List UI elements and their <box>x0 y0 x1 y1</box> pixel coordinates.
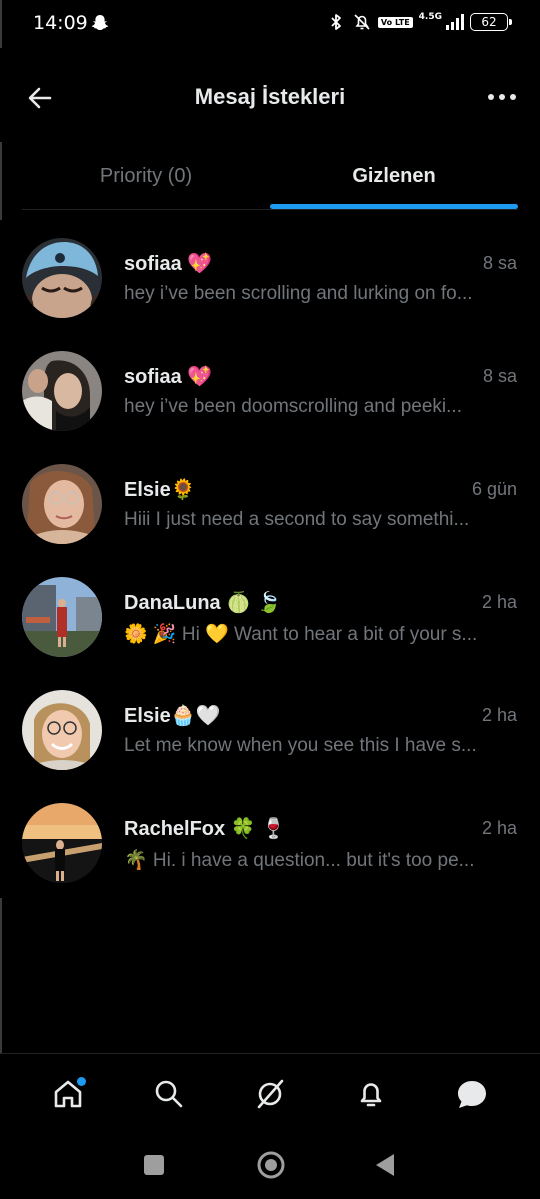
tab-priority[interactable]: Priority (0) <box>22 144 270 209</box>
avatar[interactable] <box>22 803 102 883</box>
home-circle-icon[interactable] <box>255 1149 287 1181</box>
tab-hidden-label: Gizlenen <box>352 165 436 187</box>
message-row[interactable]: Elsie🧁🤍 2 ha Let me know when you see th… <box>0 676 540 789</box>
message-preview: 🌴 Hi. i have a question... but it's too … <box>124 850 475 871</box>
bell-icon <box>360 1082 382 1106</box>
message-time: 2 ha <box>481 592 517 612</box>
tab-bar: Priority (0) Gizlenen <box>22 144 518 210</box>
message-row[interactable]: RachelFox 🍀 🍷 2 ha 🌴 Hi. i have a questi… <box>0 789 540 902</box>
message-row[interactable]: DanaLuna 🍈 🍃 2 ha 🌼 🎉 Hi 💛 Want to hear … <box>0 563 540 676</box>
system-navigation <box>0 1133 540 1199</box>
screen-edge <box>0 142 2 220</box>
message-time: 6 gün <box>471 479 517 499</box>
nav-home[interactable] <box>48 1074 88 1114</box>
messages-icon <box>457 1080 486 1108</box>
message-preview: 🌼 🎉 Hi 💛 Want to hear a bit of your s... <box>124 624 478 645</box>
grok-icon <box>257 1079 284 1108</box>
mute-bell-icon <box>354 14 370 30</box>
more-options-icon[interactable] <box>486 84 518 110</box>
sender-name: DanaLuna 🍈 🍃 <box>124 592 282 614</box>
status-bar: 14:09 Vo LTE 4.5G 62 <box>0 0 540 48</box>
message-preview: hey i’ve been scrolling and lurking on f… <box>124 283 473 304</box>
message-row[interactable]: Elsie🌻 6 gün Hiii I just need a second t… <box>0 450 540 563</box>
status-icons: Vo LTE 4.5G 62 <box>326 12 512 32</box>
message-preview: Let me know when you see this I have s..… <box>124 735 477 756</box>
message-preview: Hiii I just need a second to say somethi… <box>124 509 470 530</box>
status-time: 14:09 <box>33 12 88 34</box>
header: Mesaj İstekleri <box>0 60 540 134</box>
screen-edge <box>0 0 2 48</box>
search-icon <box>155 1080 183 1107</box>
sender-name: RachelFox 🍀 🍷 <box>124 818 287 840</box>
signal-icon <box>446 14 464 30</box>
message-row[interactable]: sofiaa 💖 8 sa hey i’ve been scrolling an… <box>0 224 540 337</box>
bottom-navigation <box>0 1053 540 1133</box>
avatar[interactable] <box>22 577 102 657</box>
page-title: Mesaj İstekleri <box>194 84 346 109</box>
nav-messages[interactable] <box>452 1074 492 1114</box>
avatar[interactable] <box>22 464 102 544</box>
avatar[interactable] <box>22 238 102 318</box>
nav-grok[interactable] <box>250 1074 290 1114</box>
sender-name: sofiaa 💖 <box>124 253 213 275</box>
message-time: 2 ha <box>481 818 517 838</box>
network-type: 4.5G <box>418 12 442 22</box>
nav-search[interactable] <box>149 1074 189 1114</box>
active-tab-indicator <box>270 204 518 209</box>
avatar[interactable] <box>22 351 102 431</box>
sender-name: sofiaa 💖 <box>124 366 213 388</box>
snapchat-icon <box>91 15 109 30</box>
message-row[interactable]: sofiaa 💖 8 sa hey i’ve been doomscrollin… <box>0 337 540 450</box>
nav-notifications[interactable] <box>351 1074 391 1114</box>
message-time: 8 sa <box>482 366 517 386</box>
message-time: 2 ha <box>481 705 517 725</box>
sender-name: Elsie🌻 <box>124 479 196 501</box>
back-triangle-icon[interactable] <box>372 1151 398 1179</box>
volte-badge: Vo LTE <box>377 16 413 28</box>
bluetooth-icon <box>331 14 341 30</box>
message-time: 8 sa <box>482 253 517 273</box>
notification-dot <box>77 1076 87 1086</box>
screen-edge <box>0 898 2 1054</box>
battery-indicator: 62 <box>470 13 512 31</box>
sender-name: Elsie🧁🤍 <box>124 705 221 727</box>
recent-apps-icon[interactable] <box>142 1153 166 1177</box>
message-preview: hey i’ve been doomscrolling and peeki... <box>124 396 462 417</box>
avatar[interactable] <box>22 690 102 770</box>
tab-hidden[interactable]: Gizlenen <box>270 144 518 209</box>
